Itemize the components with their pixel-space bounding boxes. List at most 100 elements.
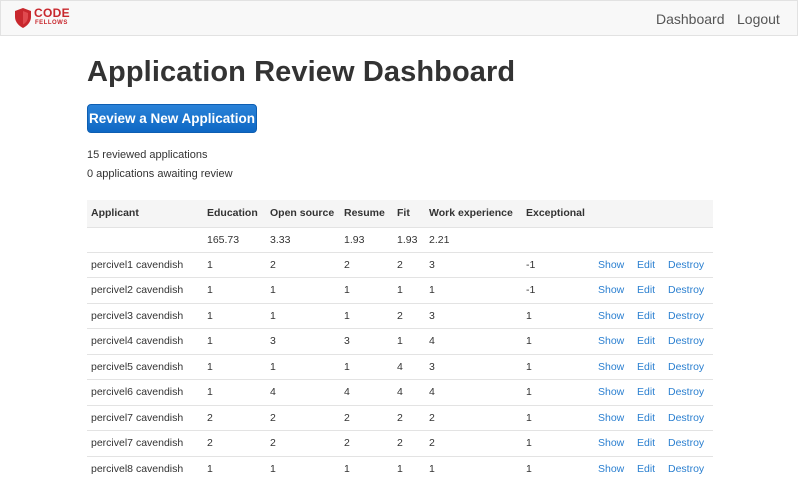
exceptional-cell: 1 bbox=[522, 353, 594, 380]
fit-cell: 4 bbox=[393, 379, 425, 405]
fit-cell: 1 bbox=[393, 328, 425, 354]
fit-cell: 1 bbox=[393, 277, 425, 303]
applications-table: Applicant Education Open source Resume Fit Wo… bbox=[87, 200, 713, 481]
exceptional-cell: 1 bbox=[522, 328, 594, 354]
column-header: Education bbox=[207, 207, 258, 220]
edit-link[interactable]: Edit bbox=[637, 361, 655, 373]
nav-logout-link[interactable]: Logout bbox=[737, 11, 780, 27]
action-cell: Show bbox=[594, 277, 633, 303]
action-cell: Edit bbox=[633, 379, 664, 405]
exceptional-cell: 1 bbox=[522, 430, 594, 456]
open-source-cell: 1 bbox=[266, 302, 340, 329]
show-link[interactable]: Show bbox=[598, 412, 624, 424]
show-link[interactable]: Show bbox=[598, 437, 624, 449]
destroy-link[interactable]: Destroy bbox=[668, 437, 704, 449]
action-cell: Edit bbox=[633, 404, 664, 431]
action-cell: Edit bbox=[633, 251, 664, 278]
table-row: percivel1 cavendish 1 2 2 2 3 -1 Show Edit Destro… bbox=[87, 251, 713, 278]
destroy-link[interactable]: Destroy bbox=[668, 259, 704, 271]
applicant-name-cell: percivel1 cavendish bbox=[87, 251, 203, 278]
edit-link[interactable]: Edit bbox=[637, 284, 655, 296]
work-experience-cell: 3 bbox=[425, 353, 522, 380]
action-cell: Destroy bbox=[664, 251, 713, 278]
applicant-name-cell: percivel5 cavendish bbox=[87, 353, 203, 380]
action-cell: Show bbox=[594, 353, 633, 380]
destroy-link[interactable]: Destroy bbox=[668, 386, 704, 398]
edit-link[interactable]: Edit bbox=[637, 412, 655, 424]
applicant-name-cell: percivel3 cavendish bbox=[87, 302, 203, 329]
average-cell: 1.93 bbox=[340, 226, 393, 252]
show-link[interactable]: Show bbox=[598, 259, 624, 271]
average-cell bbox=[522, 226, 594, 252]
table-row: percivel4 cavendish 1 3 3 1 4 1 Show Edit Destroy bbox=[87, 328, 713, 354]
edit-link[interactable]: Edit bbox=[637, 259, 655, 271]
action-cell: Edit bbox=[633, 302, 664, 329]
resume-cell: 2 bbox=[340, 430, 393, 456]
action-cell: Edit bbox=[633, 353, 664, 380]
edit-link[interactable]: Edit bbox=[637, 335, 655, 347]
show-link[interactable]: Show bbox=[598, 335, 624, 347]
edit-link[interactable]: Edit bbox=[637, 310, 655, 322]
fit-cell: 2 bbox=[393, 251, 425, 278]
exceptional-cell: -1 bbox=[522, 277, 594, 303]
column-header: Applicant bbox=[91, 207, 139, 220]
action-cell: Show bbox=[594, 379, 633, 405]
action-cell: Show bbox=[594, 430, 633, 456]
applicant-name-cell: percivel2 cavendish bbox=[87, 277, 203, 303]
open-source-cell: 2 bbox=[266, 430, 340, 456]
average-cell: 3.33 bbox=[266, 226, 340, 252]
average-cell bbox=[664, 226, 713, 252]
column-header bbox=[664, 200, 713, 227]
exceptional-cell: 1 bbox=[522, 404, 594, 431]
work-experience-cell: 2 bbox=[425, 430, 522, 456]
action-cell: Show bbox=[594, 302, 633, 329]
work-experience-cell: 3 bbox=[425, 302, 522, 329]
edit-link[interactable]: Edit bbox=[637, 437, 655, 449]
resume-cell: 3 bbox=[340, 328, 393, 354]
applicant-name-cell: percivel7 cavendish bbox=[87, 404, 203, 431]
resume-cell: 1 bbox=[340, 277, 393, 303]
destroy-link[interactable]: Destroy bbox=[668, 412, 704, 424]
exceptional-cell: 1 bbox=[522, 379, 594, 405]
action-cell: Edit bbox=[633, 430, 664, 456]
work-experience-cell: 4 bbox=[425, 328, 522, 354]
action-cell: Destroy bbox=[664, 404, 713, 431]
education-cell: 2 bbox=[203, 404, 266, 431]
review-new-application-button[interactable]: Review a New Application bbox=[87, 104, 257, 133]
show-link[interactable]: Show bbox=[598, 310, 624, 322]
show-link[interactable]: Show bbox=[598, 361, 624, 373]
table-row: percivel6 cavendish 1 4 4 4 4 1 Show Edit Destroy bbox=[87, 379, 713, 405]
fit-cell: 2 bbox=[393, 302, 425, 329]
edit-link[interactable]: Edit bbox=[637, 386, 655, 398]
education-cell: 1 bbox=[203, 302, 266, 329]
destroy-link[interactable]: Destroy bbox=[668, 284, 704, 296]
action-cell: Destroy bbox=[664, 328, 713, 354]
destroy-link[interactable]: Destroy bbox=[668, 310, 704, 322]
open-source-cell: 1 bbox=[266, 277, 340, 303]
destroy-link[interactable]: Destroy bbox=[668, 361, 704, 373]
education-cell: 1 bbox=[203, 277, 266, 303]
work-experience-cell: 3 bbox=[425, 251, 522, 278]
applicant-name-cell: percivel7 cavendish bbox=[87, 430, 203, 456]
exceptional-cell: 1 bbox=[522, 302, 594, 329]
destroy-link[interactable]: Destroy bbox=[668, 335, 704, 347]
column-header: Open source bbox=[270, 207, 335, 220]
resume-cell: 1 bbox=[340, 302, 393, 329]
open-source-cell: 2 bbox=[266, 251, 340, 278]
table-row: percivel2 cavendish 1 1 1 1 1 -1 Show Edit Destro… bbox=[87, 277, 713, 303]
nav-dashboard-link[interactable]: Dashboard bbox=[656, 11, 725, 27]
work-experience-cell: 1 bbox=[425, 277, 522, 303]
exceptional-cell: -1 bbox=[522, 251, 594, 278]
column-header: Work experience bbox=[429, 207, 513, 220]
show-link[interactable]: Show bbox=[598, 284, 624, 296]
show-link[interactable]: Show bbox=[598, 386, 624, 398]
action-cell: Show bbox=[594, 251, 633, 278]
education-cell: 1 bbox=[203, 353, 266, 380]
education-cell: 1 bbox=[203, 379, 266, 405]
averages-row: 165.73 3.33 1.93 1.93 2.21 bbox=[87, 226, 713, 252]
average-cell: 2.21 bbox=[425, 226, 522, 252]
action-cell: Destroy bbox=[664, 277, 713, 303]
fit-cell: 2 bbox=[393, 404, 425, 431]
education-cell: 1 bbox=[203, 251, 266, 278]
work-experience-cell: 2 bbox=[425, 404, 522, 431]
